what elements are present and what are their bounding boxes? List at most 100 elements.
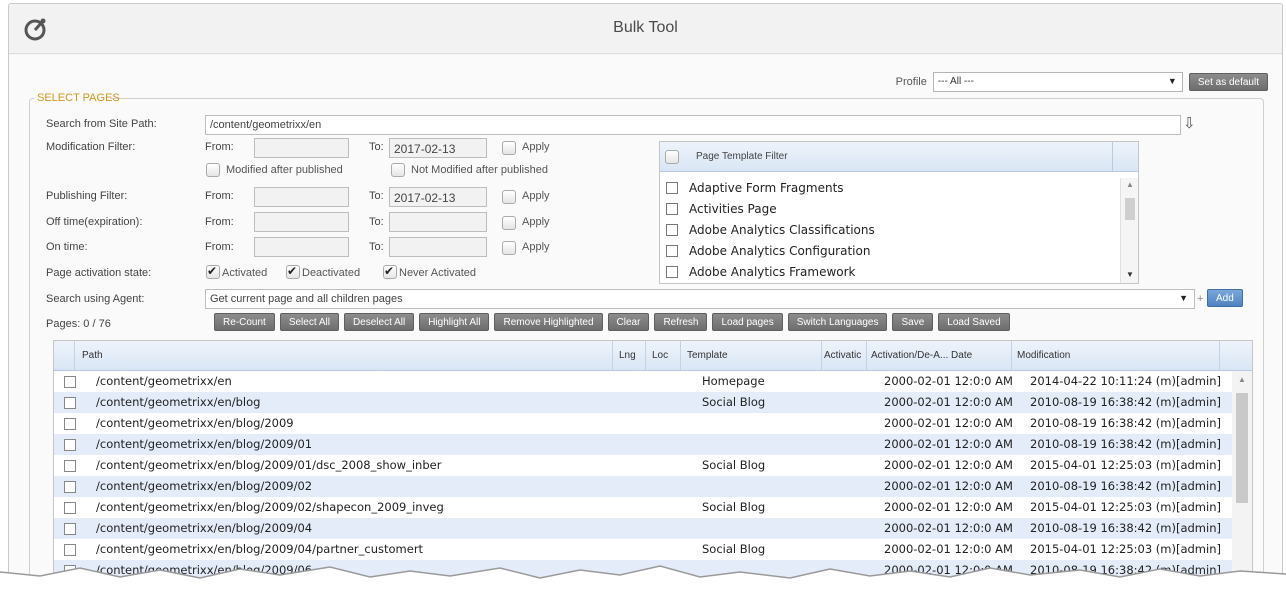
col-lng[interactable]: Lng: [619, 350, 636, 361]
never-activated-checkbox[interactable]: ✔: [383, 264, 397, 279]
table-row[interactable]: /content/geometrixx/en/blog Social Blog 20…: [54, 392, 1252, 413]
off-from-input[interactable]: [254, 212, 349, 232]
remove-highlighted-button[interactable]: Remove Highlighted: [494, 313, 603, 331]
scroll-up-icon[interactable]: ▲: [1238, 375, 1246, 384]
row-checkbox[interactable]: [64, 502, 76, 514]
pub-apply-checkbox[interactable]: [502, 190, 516, 204]
row-checkbox[interactable]: [64, 418, 76, 430]
page-template-filter: Page Template Filter Adaptive Form Fragm…: [659, 141, 1139, 284]
on-to-label: To:: [369, 241, 384, 253]
col-template[interactable]: Template: [687, 350, 728, 361]
row-checkbox[interactable]: [64, 481, 76, 493]
load-saved-button[interactable]: Load Saved: [938, 313, 1010, 331]
mod-to-input[interactable]: 2017-02-13: [389, 138, 487, 158]
grid-header: Path Lng Loc Template Activatic Activati…: [54, 341, 1252, 371]
activated-checkbox[interactable]: ✔: [206, 264, 220, 279]
checkbox[interactable]: [666, 182, 678, 194]
row-path: /content/geometrixx/en/blog: [96, 395, 261, 409]
row-modification: 2014-04-22 10:11:24 (m)[admin]: [1030, 374, 1221, 388]
save-button[interactable]: Save: [892, 313, 934, 331]
col-activation[interactable]: Activatic: [824, 350, 866, 361]
template-item[interactable]: Adobe Analytics Framework: [660, 262, 1118, 283]
template-scrollbar[interactable]: ▲ ▼: [1120, 178, 1138, 283]
agent-select-value: Get current page and all children pages: [210, 293, 403, 305]
load-pages-button[interactable]: Load pages: [712, 313, 783, 331]
bulk-tool-window: Bulk Tool Profile --- All --- ▼ Set as d…: [8, 3, 1283, 588]
set-as-default-button[interactable]: Set as default: [1188, 73, 1268, 91]
clear-button[interactable]: Clear: [607, 313, 650, 331]
on-to-input[interactable]: [389, 237, 487, 257]
on-from-input[interactable]: [254, 237, 349, 257]
row-checkbox[interactable]: [64, 397, 76, 409]
select-all-button[interactable]: Select All: [279, 313, 339, 331]
template-item[interactable]: Adobe Analytics Configuration: [660, 241, 1118, 262]
template-list: Adaptive Form Fragments Activities Page …: [660, 178, 1118, 283]
off-to-input[interactable]: [389, 212, 487, 232]
publishing-filter-label: Publishing Filter:: [46, 190, 128, 202]
download-arrow-icon[interactable]: ⇩: [1183, 114, 1196, 132]
scrollbar-thumb[interactable]: [1236, 393, 1248, 503]
row-checkbox[interactable]: [64, 439, 76, 451]
table-row[interactable]: /content/geometrixx/en/blog/2009/01 2000-…: [54, 434, 1252, 455]
activated-label: Activated: [222, 267, 268, 279]
on-time-label: On time:: [46, 241, 88, 253]
on-apply-checkbox[interactable]: [502, 241, 516, 255]
template-item[interactable]: Activities Page: [660, 199, 1118, 220]
template-item[interactable]: Adaptive Form Fragments: [660, 178, 1118, 199]
mod-from-input[interactable]: [254, 138, 349, 158]
col-activation-date[interactable]: Activation/De-A... Date: [871, 350, 972, 361]
add-agent-button[interactable]: Add: [1207, 289, 1243, 307]
profile-select[interactable]: --- All --- ▼: [932, 72, 1183, 92]
checkbox[interactable]: [666, 266, 678, 278]
not-modified-after-published-checkbox[interactable]: [391, 163, 405, 177]
table-row[interactable]: /content/geometrixx/en Homepage 2000-02-01…: [54, 371, 1252, 392]
row-checkbox[interactable]: [64, 376, 76, 388]
checkbox[interactable]: [666, 245, 678, 257]
deactivated-checkbox[interactable]: ✔: [286, 264, 300, 279]
on-from-label: From:: [205, 241, 234, 253]
plus-icon: +: [1197, 293, 1204, 305]
table-row[interactable]: /content/geometrixx/en/blog/2009 2000-02-…: [54, 413, 1252, 434]
col-modification[interactable]: Modification: [1017, 350, 1070, 361]
agent-label: Search using Agent:: [46, 293, 145, 305]
re-count-button[interactable]: Re-Count: [214, 313, 275, 331]
profile-row: Profile --- All --- ▼ Set as default: [896, 72, 1268, 92]
off-apply-checkbox[interactable]: [502, 216, 516, 230]
scrollbar-thumb[interactable]: [1125, 198, 1135, 220]
template-item-label: Adobe Analytics Framework: [689, 265, 856, 279]
checkmark-icon: ✔: [287, 264, 298, 278]
row-checkbox[interactable]: [64, 523, 76, 535]
agent-select[interactable]: Get current page and all children pages …: [205, 289, 1195, 309]
modified-after-published-checkbox[interactable]: [206, 163, 220, 177]
checkbox[interactable]: [666, 203, 678, 215]
row-path: /content/geometrixx/en/blog/2009/02/shap…: [96, 500, 444, 514]
highlight-all-button[interactable]: Highlight All: [419, 313, 490, 331]
profile-label: Profile: [895, 76, 927, 88]
refresh-button[interactable]: Refresh: [654, 313, 708, 331]
table-row[interactable]: /content/geometrixx/en/blog/2009/04 2000-…: [54, 518, 1252, 539]
pub-to-input[interactable]: 2017-02-13: [389, 187, 487, 207]
template-item[interactable]: Adobe Analytics Classifications: [660, 220, 1118, 241]
row-checkbox[interactable]: [64, 460, 76, 472]
deactivated-label: Deactivated: [302, 267, 361, 279]
row-activation-date: 2000-02-01 12:0:0 AM: [884, 521, 1013, 535]
table-row[interactable]: /content/geometrixx/en/blog/2009/01/dsc_…: [54, 455, 1252, 476]
col-path[interactable]: Path: [82, 350, 103, 361]
site-path-input[interactable]: /content/geometrixx/en: [205, 115, 1181, 135]
switch-languages-button[interactable]: Switch Languages: [787, 313, 888, 331]
app-title: Bulk Tool: [613, 19, 678, 36]
pub-from-input[interactable]: [254, 187, 349, 207]
checkbox[interactable]: [666, 224, 678, 236]
off-to-label: To:: [369, 216, 384, 228]
scroll-up-icon[interactable]: ▲: [1126, 180, 1134, 189]
template-item-label: Adaptive Form Fragments: [689, 181, 844, 195]
mod-apply-checkbox[interactable]: [502, 141, 516, 155]
col-loc[interactable]: Loc: [652, 350, 668, 361]
row-template: Homepage: [702, 374, 765, 388]
table-row[interactable]: /content/geometrixx/en/blog/2009/02 2000-…: [54, 476, 1252, 497]
table-row[interactable]: /content/geometrixx/en/blog/2009/02/shap…: [54, 497, 1252, 518]
template-select-all-checkbox[interactable]: [665, 150, 679, 164]
deselect-all-button[interactable]: Deselect All: [343, 313, 415, 331]
scroll-down-icon[interactable]: ▼: [1126, 270, 1134, 279]
template-filter-header: Page Template Filter: [660, 142, 1138, 172]
